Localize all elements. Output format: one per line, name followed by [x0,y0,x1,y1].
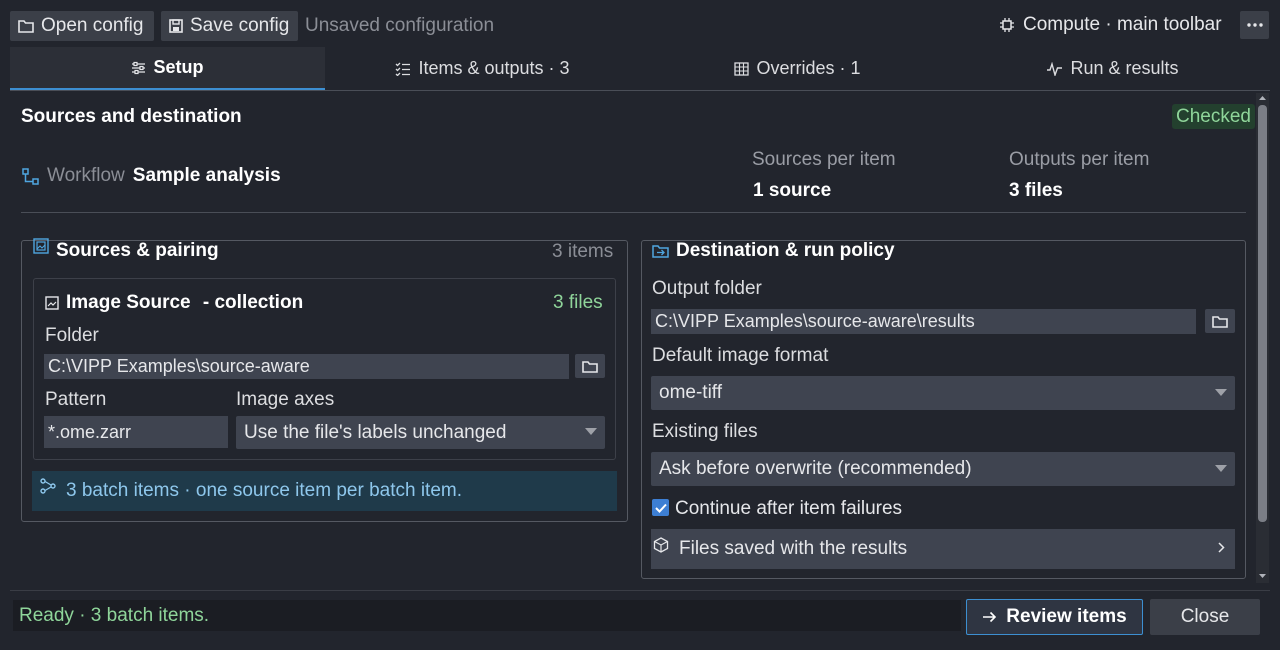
pattern-field[interactable]: *.ome.zarr [44,416,228,448]
outputs-per-item-label: Outputs per item [1009,149,1150,170]
batch-info-text: 3 batch items · one source item per batc… [66,480,463,501]
review-items-button[interactable]: Review items [966,599,1143,635]
status-bar: Ready · 3 batch items. [13,600,961,631]
chip-icon [999,17,1015,33]
checkmark-icon [654,503,667,513]
tab-bar: Setup Items & outputs · 3 Overrides · 1 … [10,47,1270,91]
scroll-up-icon[interactable] [1256,93,1269,103]
folder-icon [18,19,34,33]
files-saved-expander[interactable]: Files saved with the results [651,529,1235,569]
existing-files-value: Ask before overwrite (recommended) [659,458,972,479]
image-axes-select[interactable]: Use the file's labels unchanged [236,416,605,449]
checked-badge: Checked [1172,104,1255,129]
sources-per-item-label: Sources per item [752,149,896,170]
table-icon [734,61,750,76]
tab-run-results[interactable]: Run & results [955,47,1270,90]
chevron-down-icon [1215,389,1227,396]
image-icon [45,296,59,310]
more-horizontal-icon [1246,23,1263,27]
workflow-info: Workflow Sample analysis [22,165,281,187]
save-config-button[interactable]: Save config [161,11,298,41]
existing-files-select[interactable]: Ask before overwrite (recommended) [651,452,1235,486]
tab-overrides[interactable]: Overrides · 1 [640,47,955,90]
chevron-right-icon [1218,542,1225,553]
workflow-prefix: Workflow [47,165,125,186]
pulse-icon [1046,61,1063,76]
batch-info-bar: 3 batch items · one source item per batc… [32,471,617,511]
files-saved-label: Files saved with the results [679,538,908,559]
browse-output-folder-button[interactable] [1205,309,1235,333]
open-config-label: Open config [41,15,144,36]
source-folder-field[interactable]: C:\VIPP Examples\source-aware [44,354,569,379]
tab-run-results-label: Run & results [1070,58,1179,78]
checklist-icon [395,62,411,76]
destination-panel-title: Destination & run policy [652,240,895,262]
folder-label: Folder [45,325,99,346]
sources-panel-title-text: Sources & pairing [56,240,219,261]
vertical-scrollbar[interactable] [1256,93,1269,583]
destination-panel-title-text: Destination & run policy [676,240,895,261]
continue-after-failures-label[interactable]: Continue after item failures [675,498,902,520]
image-source-title: Image Source - collection [45,292,303,314]
review-items-label: Review items [1006,606,1127,627]
sources-count: 3 items [552,241,614,262]
sliders-icon [131,61,146,75]
branch-icon [40,478,56,494]
image-axes-label: Image axes [236,389,335,410]
compute-label: Compute · main toolbar [1023,14,1222,35]
folder-open-icon [1212,315,1228,328]
arrow-right-icon [982,611,997,623]
sources-per-item-value: 1 source [753,180,832,201]
image-axes-value: Use the file's labels unchanged [244,421,507,443]
pattern-label: Pattern [45,389,107,410]
tab-setup[interactable]: Setup [10,47,325,90]
workflow-icon [22,167,39,185]
config-status-title: Unsaved configuration [305,15,495,36]
save-icon [169,19,183,33]
image-format-value: ome-tiff [659,382,723,403]
save-config-label: Save config [190,15,290,36]
scrollbar-thumb[interactable] [1258,105,1267,522]
section-title: Sources and destination [21,106,242,127]
image-source-title-text: Image Source [66,292,191,313]
source-files-count: 3 files [553,292,603,313]
section-divider [21,212,1246,213]
continue-after-failures-checkbox[interactable] [652,499,669,516]
outputs-per-item-value: 3 files [1009,180,1063,201]
browse-source-folder-button[interactable] [575,354,605,378]
tab-items-outputs[interactable]: Items & outputs · 3 [325,47,640,90]
open-config-button[interactable]: Open config [10,11,154,41]
scroll-down-icon[interactable] [1256,571,1269,581]
output-folder-label: Output folder [652,278,762,299]
gallery-icon [33,238,49,254]
image-format-select[interactable]: ome-tiff [651,376,1235,410]
sources-panel-title: Sources & pairing [33,238,219,262]
workflow-name: Sample analysis [132,165,281,186]
export-folder-icon [652,244,669,258]
package-icon [653,537,669,553]
tab-setup-label: Setup [153,57,204,77]
compute-indicator: Compute · main toolbar [999,14,1222,36]
image-format-label: Default image format [652,345,829,366]
tab-overrides-label: Overrides · 1 [756,58,861,78]
close-button[interactable]: Close [1150,599,1260,635]
output-folder-field[interactable]: C:\VIPP Examples\source-aware\results [651,309,1196,334]
chevron-down-icon [1215,465,1227,472]
tab-items-outputs-label: Items & outputs · 3 [418,58,570,78]
existing-files-label: Existing files [652,421,758,442]
image-source-subtitle: - collection [197,292,304,313]
chevron-down-icon [585,428,597,435]
footer-divider [10,590,1270,591]
folder-open-icon [582,360,598,373]
more-options-button[interactable] [1240,11,1269,39]
